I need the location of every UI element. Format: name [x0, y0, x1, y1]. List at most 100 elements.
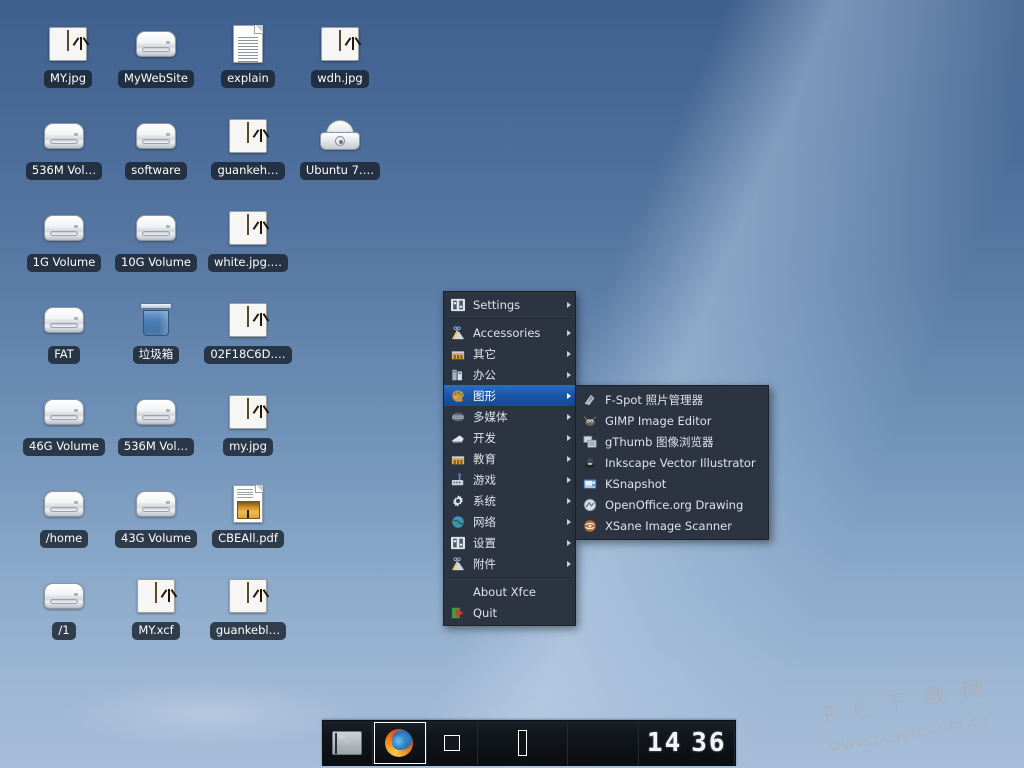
menu-item-accessories[interactable]: Accessories — [444, 322, 575, 343]
menu-item-sliders[interactable]: Settings — [444, 294, 575, 315]
image-thumbnail-icon — [229, 395, 267, 429]
desktop-icon-drive[interactable]: MyWebSite — [110, 22, 202, 88]
desktop-icon-drive[interactable]: 1G Volume — [18, 206, 110, 272]
addons-icon — [450, 556, 468, 572]
desktop-icon-glyph — [317, 114, 363, 158]
submenu-item-label: Inkscape Vector Illustrator — [605, 456, 764, 470]
desktop-icon-image[interactable]: MY.xcf — [110, 574, 202, 640]
image-thumbnail-icon — [229, 303, 267, 337]
desktop-icon-drive[interactable]: 46G Volume — [18, 390, 110, 456]
desktop-icon-image[interactable]: white.jpg.… — [202, 206, 294, 272]
menu-item-other[interactable]: 其它 — [444, 343, 575, 364]
submenu-item-ksnapshot[interactable]: KSnapshot — [576, 473, 768, 494]
menu-item-graphics[interactable]: 图形 — [444, 385, 575, 406]
desktop-icon-drive[interactable]: 10G Volume — [110, 206, 202, 272]
system-icon — [450, 493, 468, 509]
desktop-icon-drive[interactable]: FAT — [18, 298, 110, 364]
desktop-icon-image[interactable]: guankeh… — [202, 114, 294, 180]
desktop-icon-label: 43G Volume — [115, 530, 197, 548]
xsane-icon — [582, 518, 600, 534]
terminal-launcher[interactable] — [323, 721, 373, 765]
workspace-switcher[interactable] — [427, 721, 479, 765]
pdf-document-icon — [233, 485, 263, 523]
menu-item-label: 系统 — [473, 493, 567, 509]
hard-drive-icon — [134, 397, 178, 427]
hard-drive-icon — [42, 213, 86, 243]
menu-item-quit[interactable]: Quit — [444, 602, 575, 623]
menu-item-education[interactable]: 教育 — [444, 448, 575, 469]
xfce-applications-menu[interactable]: Settings Accessories 其它办公图形多媒体开发教育游戏系统网络设置… — [443, 291, 576, 626]
desktop-icon-drive[interactable]: /home — [18, 482, 110, 548]
panel-clock[interactable]: 14 36 — [639, 721, 735, 765]
image-thumbnail-icon — [229, 211, 267, 245]
terminal-icon — [332, 731, 362, 755]
menu-item-office[interactable]: 办公 — [444, 364, 575, 385]
menu-item-settings[interactable]: 设置 — [444, 532, 575, 553]
notification-area[interactable] — [478, 721, 568, 765]
graphics-submenu[interactable]: F-Spot 照片管理器GIMP Image Editor gThumb 图像浏览… — [575, 385, 769, 540]
submenu-item-xsane[interactable]: XSane Image Scanner — [576, 515, 768, 536]
desktop-icon-drive[interactable]: software — [110, 114, 202, 180]
submenu-arrow-icon — [567, 456, 571, 462]
submenu-arrow-icon — [567, 498, 571, 504]
menu-item-system[interactable]: 系统 — [444, 490, 575, 511]
image-thumbnail-icon — [229, 579, 267, 613]
submenu-item-inkscape[interactable]: Inkscape Vector Illustrator — [576, 452, 768, 473]
desktop-icon-document[interactable]: explain — [202, 22, 294, 88]
hard-drive-icon — [42, 489, 86, 519]
xfce-panel[interactable]: 14 36 — [322, 720, 736, 766]
system-tray-area[interactable] — [568, 721, 640, 765]
other-icon — [450, 346, 468, 362]
games-icon — [450, 472, 468, 488]
desktop-icon-pdf[interactable]: CBEAll.pdf — [202, 482, 294, 548]
desktop-icon-glyph — [41, 206, 87, 250]
desktop-icon-trash[interactable]: 垃圾箱 — [110, 298, 202, 364]
desktop-icon-cdrom[interactable]: Ubuntu 7.… — [294, 114, 386, 180]
menu-item-label: Accessories — [473, 326, 567, 340]
desktop-icon-image[interactable]: MY.jpg — [22, 22, 114, 88]
menu-item-multimedia[interactable]: 多媒体 — [444, 406, 575, 427]
menu-item-games[interactable]: 游戏 — [444, 469, 575, 490]
desktop-icon-drive[interactable]: 536M Vol… — [110, 390, 202, 456]
menu-item-label: Quit — [473, 606, 571, 620]
desktop-icon-label: 02F18C6D.… — [204, 346, 291, 364]
desktop-icon-glyph — [41, 114, 87, 158]
desktop-icon-image[interactable]: guankebl… — [202, 574, 294, 640]
menu-item-network[interactable]: 网络 — [444, 511, 575, 532]
oodraw-icon — [582, 497, 600, 513]
gthumb-icon — [582, 434, 600, 450]
desktop-icon-label: 536M Vol… — [118, 438, 194, 456]
menu-item-label: 办公 — [473, 367, 567, 383]
submenu-item-label: gThumb 图像浏览器 — [605, 434, 764, 450]
menu-item-addons[interactable]: 附件 — [444, 553, 575, 574]
desktop-icon-glyph — [225, 298, 271, 342]
submenu-item-oodraw[interactable]: OpenOffice.org Drawing — [576, 494, 768, 515]
desktop-icon-drive[interactable]: /1 — [18, 574, 110, 640]
panel-handle-icon[interactable] — [518, 730, 527, 756]
firefox-task-button[interactable] — [373, 721, 427, 765]
desktop-icon-label: MY.xcf — [132, 622, 179, 640]
desktop-icon-drive[interactable]: 536M Vol… — [18, 114, 110, 180]
submenu-item-gimp[interactable]: GIMP Image Editor — [576, 410, 768, 431]
desktop-icon-drive[interactable]: 43G Volume — [110, 482, 202, 548]
menu-item-about-xfce[interactable]: About Xfce — [444, 581, 575, 602]
menu-item-development[interactable]: 开发 — [444, 427, 575, 448]
workspace-1[interactable] — [444, 735, 460, 751]
desktop-icon-image[interactable]: 02F18C6D.… — [202, 298, 294, 364]
submenu-item-gthumb[interactable]: gThumb 图像浏览器 — [576, 431, 768, 452]
desktop-icon-image[interactable]: wdh.jpg — [294, 22, 386, 88]
development-icon — [450, 430, 468, 446]
desktop-icon-label: guankeh… — [211, 162, 284, 180]
submenu-arrow-icon — [567, 435, 571, 441]
submenu-arrow-icon — [567, 540, 571, 546]
desktop-icon-label: 10G Volume — [115, 254, 197, 272]
submenu-item-fspot[interactable]: F-Spot 照片管理器 — [576, 389, 768, 410]
watermark-line-2: www.pcsoft.com.cn — [828, 710, 991, 756]
menu-item-label: 游戏 — [473, 472, 567, 488]
menu-item-label: 图形 — [473, 388, 567, 404]
multimedia-icon — [450, 409, 468, 425]
desktop-icon-label: MyWebSite — [118, 70, 194, 88]
hard-drive-icon — [134, 489, 178, 519]
desktop[interactable]: MY.jpgMyWebSiteexplainwdh.jpg536M Vol…so… — [0, 0, 1024, 768]
desktop-icon-image[interactable]: my.jpg — [202, 390, 294, 456]
